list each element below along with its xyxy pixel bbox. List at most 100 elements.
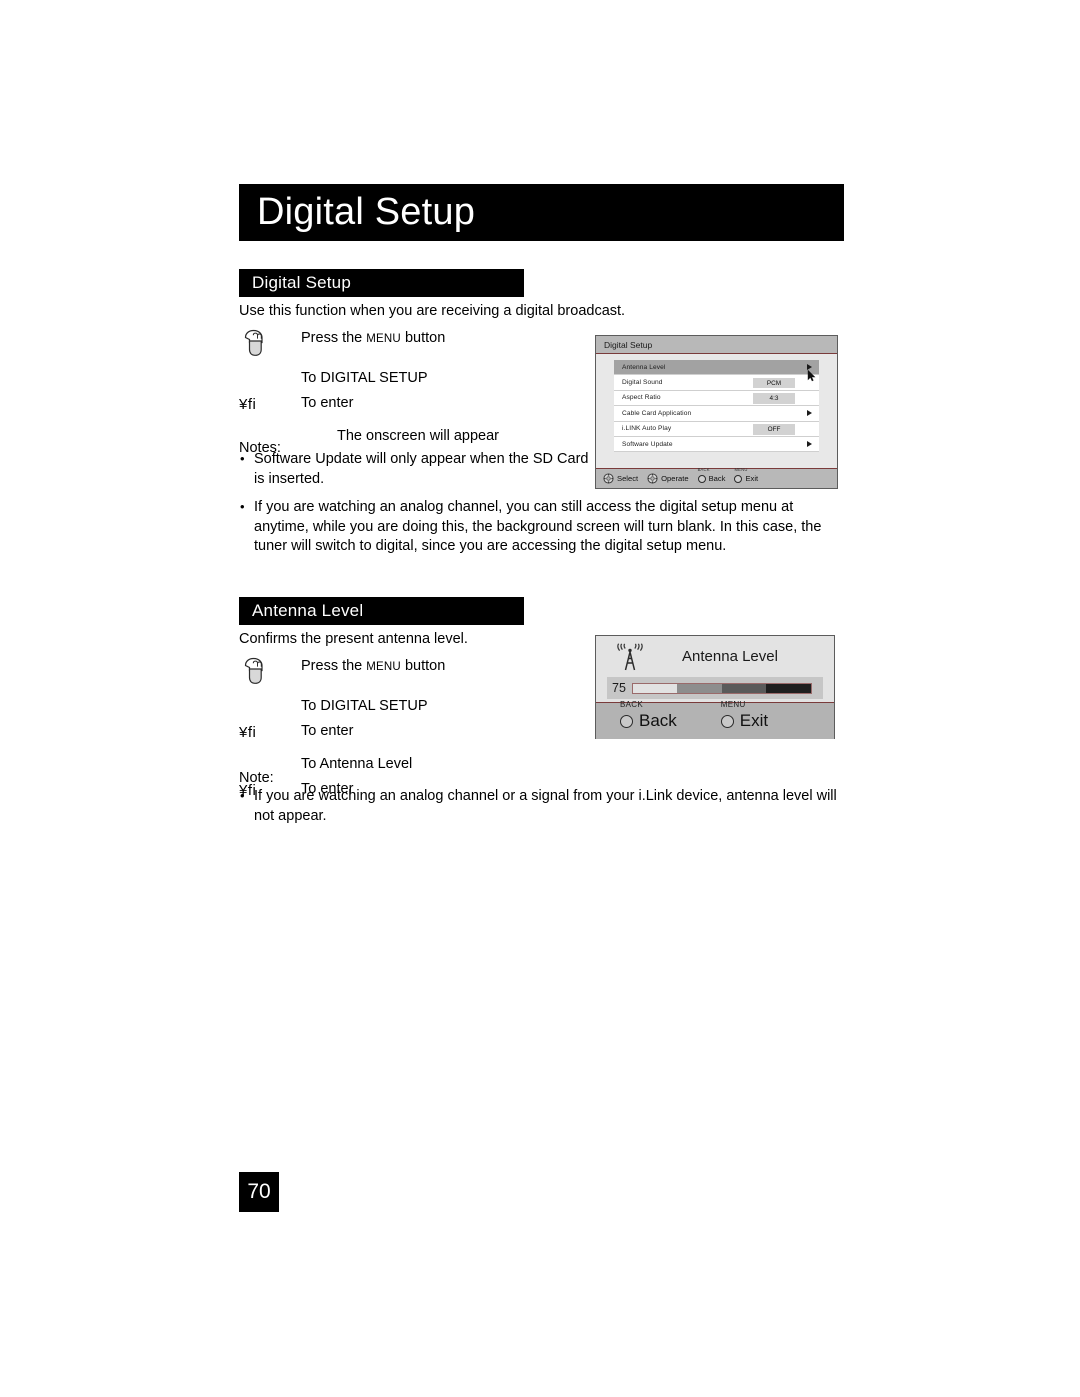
step-text-part-1: Press the [301, 330, 367, 346]
osd-footer-label: Select [617, 474, 639, 483]
antenna-level-meter: 75 [607, 677, 823, 699]
osd-antenna-title: Antenna Level [682, 648, 778, 665]
note-item: If you are watching an analog channel, y… [239, 497, 847, 557]
hand-press-icon [244, 657, 263, 684]
osd-row-label: Cable Card Application [622, 409, 692, 417]
section-heading-digital-setup: Digital Setup [239, 269, 524, 297]
menu-button-name: MENU [366, 661, 401, 673]
level-segment-4 [766, 683, 811, 693]
arrow-keys-icon: ¥fi [239, 396, 257, 413]
osd-footer-operate[interactable]: Operate [647, 473, 689, 484]
osd-footer-label: Operate [661, 474, 689, 483]
dpad-ring-icon [603, 473, 614, 484]
circle-button-icon [734, 474, 743, 483]
osd-row-value: OFF [753, 423, 795, 435]
osd-antenna-back-sup: BACK [620, 700, 643, 709]
osd-antenna-footer: BACK Back MENU Exit [596, 700, 834, 739]
dpad-ring-icon [647, 473, 658, 484]
step-text-to-digital-setup: To DIGITAL SETUP [301, 370, 428, 386]
step-press-menu: Press the MENU button [239, 328, 599, 357]
osd-menu-footer: Select Operate BACK Back MENU Exit [596, 467, 837, 488]
step-text-onscreen-appear: The onscreen will appear [337, 428, 500, 444]
circle-button-icon [697, 474, 706, 483]
manual-page: Digital Setup Digital Setup Use this fun… [0, 0, 1080, 1397]
chevron-right-icon [807, 410, 812, 417]
section-heading-label: Antenna Level [252, 601, 364, 620]
mouse-cursor-icon [807, 369, 816, 382]
osd-row-label: Digital Sound [622, 379, 663, 387]
step-text-to-digital-setup: To DIGITAL SETUP [301, 698, 428, 714]
circle-button-icon [720, 714, 734, 728]
step-text-part-2: button [400, 330, 446, 346]
osd-footer-select[interactable]: Select [603, 473, 638, 484]
osd-menu-title: Digital Setup [604, 339, 653, 350]
osd-row-cable-card-application[interactable]: Cable Card Application [614, 406, 819, 422]
step-to-enter-1: ¥fi To enter [239, 393, 599, 415]
section-intro-digital-setup: Use this function when you are receiving… [239, 303, 626, 319]
osd-antenna-exit-sup: MENU [720, 700, 746, 709]
osd-footer-exit[interactable]: MENU Exit [734, 467, 759, 484]
step-text-to-enter-1: To enter [301, 723, 354, 739]
section-heading-label: Digital Setup [252, 273, 351, 292]
step-to-digital-setup: To DIGITAL SETUP [239, 368, 599, 390]
osd-row-label: Software Update [622, 440, 673, 448]
osd-row-label: Aspect Ratio [622, 394, 661, 402]
notes-list-antenna-level: If you are watching an analog channel or… [239, 786, 847, 835]
osd-row-antenna-level[interactable]: Antenna Level [614, 360, 819, 376]
step-to-antenna-level: To Antenna Level [239, 754, 599, 776]
step-key-empty [239, 368, 301, 369]
level-segment-1 [632, 683, 678, 693]
level-segment-2 [677, 683, 722, 693]
antenna-level-value: 75 [612, 681, 626, 695]
chapter-banner: Digital Setup [239, 184, 844, 241]
osd-row-value: 4:3 [753, 393, 795, 404]
arrow-keys-icon: ¥fi [239, 724, 257, 741]
chevron-right-icon [807, 441, 812, 448]
step-text-to-enter-1: To enter [301, 395, 354, 411]
osd-row-value: PCM [753, 377, 795, 389]
step-to-digital-setup: To DIGITAL SETUP [239, 696, 599, 718]
steps-list-antenna-level: Press the MENU button To DIGITAL SETUP ¥… [239, 656, 599, 801]
osd-row-aspect-ratio[interactable]: Aspect Ratio 4:3 [614, 390, 819, 407]
chapter-title: Digital Setup [257, 191, 476, 233]
osd-row-digital-sound[interactable]: Digital Sound PCM [614, 375, 819, 391]
hand-press-icon [244, 329, 263, 356]
page-number: 70 [247, 1180, 271, 1203]
note-item: Software Update will only appear when th… [239, 449, 591, 489]
step-press-menu: Press the MENU button [239, 656, 599, 685]
step-text-press-menu: Press the MENU button [301, 328, 445, 350]
step-key-empty [239, 696, 301, 697]
osd-footer-back[interactable]: BACK Back [697, 467, 726, 484]
step-text-part-1: Press the [301, 658, 367, 674]
osd-row-software-update[interactable]: Software Update [614, 436, 819, 453]
osd-footer-label: Exit [745, 473, 759, 483]
osd-footer-label: Back [708, 473, 726, 483]
step-key-press [239, 656, 301, 685]
steps-list-digital-setup: Press the MENU button To DIGITAL SETUP ¥… [239, 328, 599, 448]
notes-label-antenna-level: Note: [239, 770, 274, 786]
note-item: If you are watching an analog channel or… [239, 786, 847, 826]
osd-footer-sup: BACK [697, 466, 710, 472]
level-segment-3 [721, 683, 767, 693]
step-text-to-antenna-level: To Antenna Level [301, 756, 413, 772]
osd-menu-titlebar: Digital Setup [596, 336, 837, 354]
osd-antenna-exit-label: Exit [739, 711, 769, 730]
osd-footer-sup: MENU [734, 466, 748, 472]
section-heading-antenna-level: Antenna Level [239, 597, 524, 625]
step-onscreen-appear: The onscreen will appear [239, 426, 599, 448]
step-key-press [239, 328, 301, 357]
osd-digital-setup-menu: Digital Setup Antenna Level Digital Soun… [595, 335, 838, 489]
page-number-box: 70 [239, 1172, 279, 1212]
step-text-press-menu: Press the MENU button [301, 656, 445, 678]
osd-row-label: Antenna Level [622, 363, 666, 371]
step-text-part-2: button [400, 658, 446, 674]
osd-row-ilink-auto-play[interactable]: i.LINK Auto Play OFF [614, 421, 819, 437]
osd-row-label: i.LINK Auto Play [622, 425, 672, 433]
osd-antenna-level-panel: Antenna Level 75 BACK Back MENU Exit [595, 635, 835, 739]
step-key-empty [239, 426, 301, 427]
osd-antenna-exit-button[interactable]: MENU Exit [720, 700, 769, 731]
antenna-level-bar [631, 682, 812, 694]
osd-antenna-back-button[interactable]: BACK Back [620, 700, 677, 731]
circle-button-icon [620, 714, 633, 728]
osd-antenna-back-label: Back [639, 711, 677, 730]
